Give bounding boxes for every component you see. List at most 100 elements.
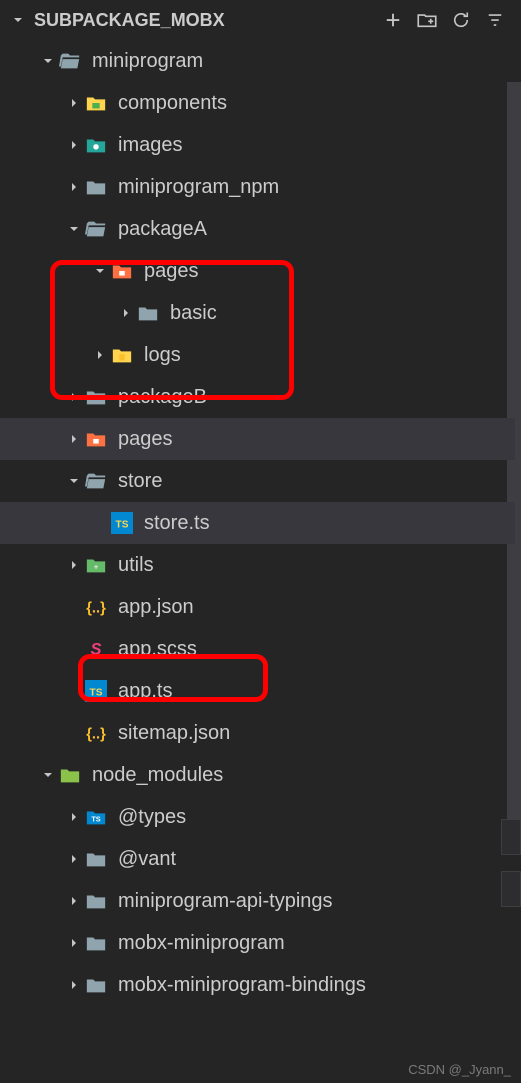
tree-item[interactable]: Sapp.scss <box>0 628 515 670</box>
item-label: miniprogram_npm <box>118 176 279 199</box>
chevron-down-icon <box>38 51 58 71</box>
folder-grey-icon <box>84 973 108 997</box>
folder-green-icon <box>84 91 108 115</box>
explorer-header: SUBPACKAGE_MOBX <box>0 0 521 40</box>
item-label: store.ts <box>144 512 210 535</box>
folder-grey-icon <box>84 175 108 199</box>
tree-item[interactable]: TS app.ts <box>0 670 515 712</box>
tree-item[interactable]: logs <box>0 334 515 376</box>
chevron-right-icon <box>64 807 84 827</box>
folder-label: node_modules <box>92 764 223 787</box>
tree-item[interactable]: mobx-miniprogram <box>0 922 515 964</box>
scss-icon: S <box>84 637 108 661</box>
chevron-down-icon[interactable] <box>8 10 28 30</box>
chevron-right-icon <box>64 93 84 113</box>
item-label: packageB <box>118 386 207 409</box>
chevron-right-icon <box>64 135 84 155</box>
chevron-right-icon <box>64 387 84 407</box>
tree-item[interactable]: packageA <box>0 208 515 250</box>
item-label: images <box>118 134 182 157</box>
side-tab[interactable] <box>501 871 521 907</box>
svg-text:TS: TS <box>90 688 103 699</box>
folder-grey-icon <box>84 385 108 409</box>
tree-item[interactable]: packageB <box>0 376 515 418</box>
folder-open-icon <box>58 49 82 73</box>
tree-item[interactable]: basic <box>0 292 515 334</box>
new-folder-icon[interactable] <box>417 10 437 30</box>
tree-item[interactable]: @vant <box>0 838 515 880</box>
folder-grey-icon <box>136 301 160 325</box>
tree-folder-node-modules[interactable]: node_modules <box>0 754 515 796</box>
json-icon: {..} <box>84 595 108 619</box>
chevron-down-icon <box>90 261 110 281</box>
item-label: pages <box>144 260 199 283</box>
tree-item[interactable]: components <box>0 82 515 124</box>
chevron-down-icon <box>64 471 84 491</box>
chevron-right-icon <box>90 345 110 365</box>
ts-icon: TS <box>110 511 134 535</box>
chevron-right-icon <box>64 975 84 995</box>
side-tab[interactable] <box>501 819 521 855</box>
svg-text:TS: TS <box>116 520 129 531</box>
ts-icon: TS <box>84 679 108 703</box>
tree-item[interactable]: TS store.ts <box>0 502 515 544</box>
tree-item[interactable]: miniprogram-api-typings <box>0 880 515 922</box>
chevron-right-icon <box>64 177 84 197</box>
svg-text:+: + <box>94 563 99 572</box>
collapse-icon[interactable] <box>485 10 505 30</box>
file-tree: miniprogram components images miniprogram_… <box>0 40 521 1083</box>
item-label: store <box>118 470 162 493</box>
item-label: miniprogram-api-typings <box>118 890 333 913</box>
chevron-right-icon <box>64 555 84 575</box>
item-label: mobx-miniprogram-bindings <box>118 974 366 997</box>
tree-item[interactable]: images <box>0 124 515 166</box>
svg-text:{..}: {..} <box>86 601 106 617</box>
chevron-right-icon <box>116 303 136 323</box>
node-modules-icon <box>58 763 82 787</box>
folder-orange-icon <box>110 259 134 283</box>
item-label: @vant <box>118 848 176 871</box>
item-label: app.ts <box>118 680 172 703</box>
item-label: basic <box>170 302 217 325</box>
item-label: pages <box>118 428 173 451</box>
item-label: app.scss <box>118 638 197 661</box>
tree-item[interactable]: + utils <box>0 544 515 586</box>
svg-text:S: S <box>90 641 101 659</box>
tree-item[interactable]: pages <box>0 250 515 292</box>
folder-orange-icon <box>84 427 108 451</box>
folder-open-icon <box>84 469 108 493</box>
folder-label: miniprogram <box>92 50 203 73</box>
tree-folder-miniprogram[interactable]: miniprogram <box>0 40 515 82</box>
svg-text:{..}: {..} <box>86 727 106 743</box>
project-title: SUBPACKAGE_MOBX <box>34 10 225 31</box>
chevron-down-icon <box>38 765 58 785</box>
folder-grey-icon <box>84 847 108 871</box>
tree-item[interactable]: pages <box>0 418 515 460</box>
folder-yellow-icon <box>110 343 134 367</box>
tree-item[interactable]: {..} sitemap.json <box>0 712 515 754</box>
item-label: sitemap.json <box>118 722 230 745</box>
chevron-right-icon <box>64 933 84 953</box>
side-panel-tabs <box>501 819 521 923</box>
tree-item[interactable]: TS@types <box>0 796 515 838</box>
item-label: packageA <box>118 218 207 241</box>
item-label: utils <box>118 554 154 577</box>
tree-item[interactable]: {..} app.json <box>0 586 515 628</box>
new-file-icon[interactable] <box>383 10 403 30</box>
item-label: logs <box>144 344 181 367</box>
refresh-icon[interactable] <box>451 10 471 30</box>
folder-teal-icon <box>84 133 108 157</box>
folder-grey-icon <box>84 889 108 913</box>
chevron-down-icon <box>64 219 84 239</box>
watermark: CSDN @_Jyann_ <box>408 1062 511 1077</box>
tree-item[interactable]: store <box>0 460 515 502</box>
tree-item[interactable]: mobx-miniprogram-bindings <box>0 964 515 1006</box>
item-label: mobx-miniprogram <box>118 932 285 955</box>
folder-open-icon <box>84 217 108 241</box>
item-label: @types <box>118 806 186 829</box>
chevron-right-icon <box>64 429 84 449</box>
chevron-right-icon <box>64 891 84 911</box>
folder-grey-icon <box>84 931 108 955</box>
tree-item[interactable]: miniprogram_npm <box>0 166 515 208</box>
item-label: app.json <box>118 596 194 619</box>
